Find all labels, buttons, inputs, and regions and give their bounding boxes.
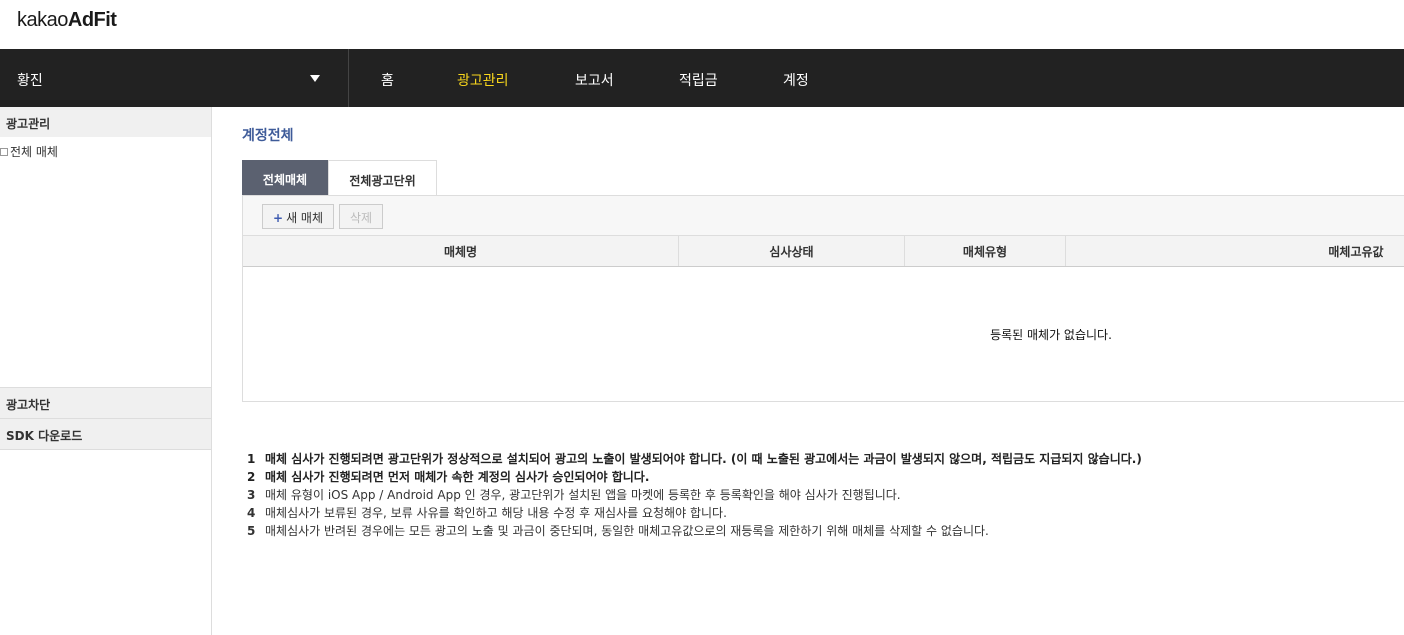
column-media-type[interactable]: 매체유형	[905, 236, 1066, 266]
tree-node-icon	[0, 147, 8, 156]
page-title: 계정전체	[242, 128, 294, 144]
sidebar-section-ad-management[interactable]: 광고관리	[0, 107, 211, 137]
plus-icon: +	[273, 211, 284, 225]
empty-message: 등록된 매체가 없습니다.	[990, 328, 1112, 342]
note-item: 1 매체 심사가 진행되려면 광고단위가 정상적으로 설치되어 광고의 노출이 발…	[247, 452, 1142, 466]
column-review-status[interactable]: 심사상태	[679, 236, 905, 266]
nav-home[interactable]: 홈	[381, 70, 394, 90]
new-media-button[interactable]: + 새 매체	[262, 204, 334, 229]
note-item: 2 매체 심사가 진행되려면 먼저 매체가 속한 계정의 심사가 승인되어야 합니…	[247, 470, 650, 484]
top-bar: kakaoAdFit	[0, 0, 1404, 49]
account-select[interactable]: 황진	[0, 49, 349, 107]
sidebar-section-ad-block[interactable]: 광고차단	[0, 388, 211, 419]
sidebar-section-sdk-download[interactable]: SDK 다운로드	[0, 419, 211, 450]
tab-all-ad-units[interactable]: 전체광고단위	[328, 160, 437, 195]
note-item: 4 매체심사가 보류된 경우, 보류 사유를 확인하고 해당 내용 수정 후 재심…	[247, 506, 727, 520]
note-item: 3 매체 유형이 iOS App / Android App 인 경우, 광고단위…	[247, 488, 901, 502]
sidebar-divider	[0, 449, 211, 450]
media-panel: + 새 매체 삭제 매체명 심사상태 매체유형 매체고유값 등록된 매체가 없습니…	[242, 195, 1404, 402]
nav-report[interactable]: 보고서	[575, 70, 614, 90]
toolbar: + 새 매체 삭제	[243, 196, 1404, 236]
table-header: 매체명 심사상태 매체유형 매체고유값	[243, 236, 1404, 267]
tree-item-label: 전체 매체	[10, 145, 58, 159]
main-content: 계정전체 전체매체 전체광고단위 + 새 매체 삭제 매체명 심사상태 매체유형 …	[212, 107, 1404, 635]
caret-down-icon	[310, 75, 320, 82]
column-media-name[interactable]: 매체명	[243, 236, 679, 266]
kakao-adfit-logo[interactable]: kakaoAdFit	[17, 9, 117, 32]
note-item: 5 매체심사가 반려된 경우에는 모든 광고의 노출 및 과금이 중단되며, 동일…	[247, 524, 989, 538]
account-name: 황진	[17, 73, 43, 89]
column-media-id[interactable]: 매체고유값	[1066, 236, 1404, 266]
global-nav: 황진 홈 광고관리 보고서 적립금 계정	[0, 49, 1404, 107]
sidebar: 광고관리 전체 매체 광고차단 SDK 다운로드	[0, 107, 212, 635]
delete-button[interactable]: 삭제	[339, 204, 383, 229]
tree-item-all-media[interactable]: 전체 매체	[0, 143, 58, 160]
nav-ad-management[interactable]: 광고관리	[457, 70, 509, 90]
nav-account[interactable]: 계정	[783, 70, 809, 90]
tab-all-media[interactable]: 전체매체	[242, 160, 328, 195]
nav-credits[interactable]: 적립금	[679, 70, 718, 90]
